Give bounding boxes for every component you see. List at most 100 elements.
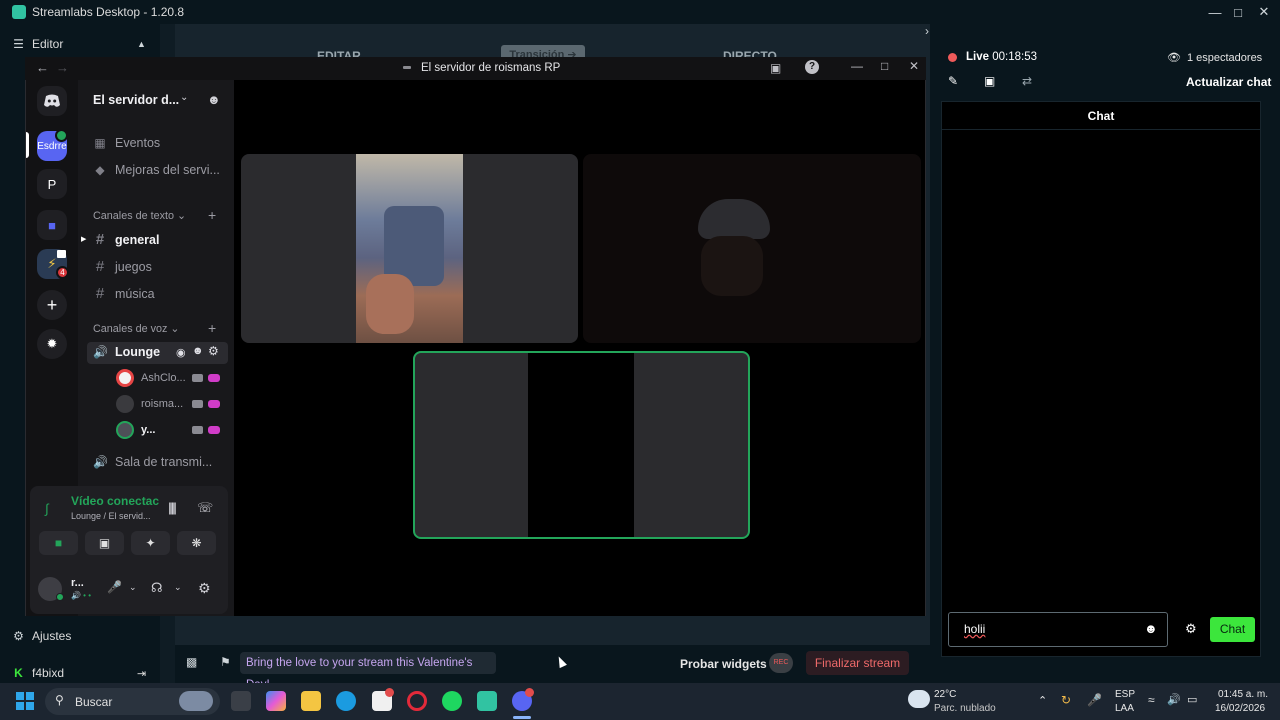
folder-icon[interactable]: ■ <box>37 210 67 240</box>
windows-start-icon[interactable] <box>16 692 34 715</box>
battery-icon[interactable]: ▭ <box>1187 693 1197 706</box>
voice-member[interactable]: y... <box>116 421 155 439</box>
logout-icon[interactable]: ⇥ <box>137 667 146 680</box>
record-button[interactable]: REC <box>769 653 793 673</box>
vc-location[interactable]: Lounge / El servid... <box>71 511 151 521</box>
discord-minimize-icon[interactable]: — <box>851 59 863 73</box>
mic-tray-icon[interactable]: 🎤 <box>1087 693 1102 707</box>
taskbar-search[interactable]: ⚲ Buscar <box>45 688 220 715</box>
boosts-item[interactable]: ◆ Mejoras del servi... <box>93 163 220 177</box>
member-name: AshClo... <box>141 372 186 384</box>
clock-time[interactable]: 01:45 a. m. <box>1218 689 1268 700</box>
wifi-icon[interactable]: ≈ <box>1148 693 1155 707</box>
clock-date[interactable]: 16/02/2026 <box>1215 703 1265 714</box>
copilot-icon[interactable] <box>266 691 286 711</box>
settings-nav-item[interactable]: ⚙ Ajustes <box>12 629 71 643</box>
tray-chevron-icon[interactable]: ⌃ <box>1038 694 1047 707</box>
chevron-up-icon[interactable]: ▲ <box>137 39 146 49</box>
stage-channel[interactable]: 🔊 Sala de transmi... <box>93 455 212 469</box>
close-icon[interactable]: ✕ <box>1250 0 1278 24</box>
voice-member[interactable]: AshClo... <box>116 369 186 387</box>
guild-p[interactable]: P <box>37 169 67 199</box>
noise-suppression-icon[interactable]: ||||| <box>168 500 177 515</box>
chevron-down-icon[interactable]: ⌄ <box>180 92 188 103</box>
chat-bubble-icon[interactable]: ◉ <box>176 346 186 359</box>
add-text-channel-icon[interactable]: + <box>208 207 216 223</box>
video-tile-dark[interactable] <box>583 154 921 343</box>
audio-options-chevron-icon[interactable]: ⌄ <box>174 582 182 593</box>
language-2[interactable]: LAA <box>1115 703 1134 714</box>
video-tile-speaking[interactable] <box>413 351 750 539</box>
edit-icon[interactable]: ✎ <box>948 74 958 88</box>
language-1[interactable]: ESP <box>1115 689 1135 700</box>
server-name[interactable]: El servidor d... <box>93 93 179 107</box>
vc-status[interactable]: Vídeo conectac <box>71 494 159 508</box>
stage-channel-label: Sala de transmi... <box>115 455 213 469</box>
file-explorer-icon[interactable] <box>301 691 321 711</box>
editor-nav-item[interactable]: ☰ Editor ▲ <box>12 37 146 51</box>
chat-message-input[interactable]: holii ☻ <box>948 612 1168 647</box>
voice-category[interactable]: Canales de voz ⌄ <box>93 322 179 335</box>
discord-maximize-icon[interactable]: □ <box>881 59 888 73</box>
calendar-icon: ▦ <box>94 136 106 150</box>
invite-icon[interactable]: ☻ <box>207 92 221 107</box>
inbox-icon[interactable]: ▣ <box>770 61 781 75</box>
share-icon[interactable]: ⇄ <box>1022 74 1032 88</box>
text-category[interactable]: Canales de texto ⌄ <box>93 209 186 222</box>
screen-share-button[interactable]: ▣ <box>85 531 124 555</box>
soundboard-button[interactable]: ❋ <box>177 531 216 555</box>
volume-icon[interactable]: 🔊 <box>1167 693 1181 706</box>
activities-button[interactable]: ✦ <box>131 531 170 555</box>
weather-icon[interactable] <box>908 690 930 708</box>
settings-label: Ajustes <box>32 629 72 643</box>
channel-musica[interactable]: # música <box>93 285 155 302</box>
stats-icon[interactable]: ▩ <box>186 655 197 669</box>
opera-gx-icon[interactable] <box>407 691 427 711</box>
voice-member[interactable]: roisma... <box>116 395 183 413</box>
bell-icon[interactable]: ⚑ <box>220 655 231 669</box>
video-tile-camera[interactable] <box>241 154 578 343</box>
microphone-icon[interactable]: 🎤 <box>107 580 122 594</box>
add-member-icon[interactable]: ☻ <box>192 345 204 357</box>
server-icon <box>403 66 411 69</box>
channel-settings-icon[interactable]: ⚙ <box>208 344 219 358</box>
channel-general[interactable]: # general <box>93 231 160 248</box>
add-server-icon[interactable]: + <box>37 290 67 320</box>
add-voice-channel-icon[interactable]: + <box>208 320 216 336</box>
user-nav-item[interactable]: K f4bixd ⇥ <box>12 666 146 680</box>
explore-icon[interactable]: ✹ <box>37 329 67 359</box>
maximize-icon[interactable]: □ <box>1224 0 1252 24</box>
back-arrow-icon[interactable]: ← <box>36 60 49 75</box>
emoji-icon[interactable]: ☻ <box>1144 621 1158 636</box>
edge-icon[interactable] <box>336 691 356 711</box>
chat-window <box>941 101 1261 657</box>
discord-home-icon[interactable] <box>37 86 67 116</box>
disconnect-icon[interactable]: ☏ <box>197 500 213 516</box>
discord-close-icon[interactable]: ✕ <box>909 59 919 73</box>
chat-send-button[interactable]: Chat <box>1210 617 1255 642</box>
task-view-icon[interactable] <box>231 691 251 711</box>
channel-juegos[interactable]: # juegos <box>93 258 152 275</box>
guild-badge: 4 <box>56 266 69 279</box>
test-widgets-button[interactable]: Probar widgets <box>680 657 767 671</box>
live-stream-icon <box>208 426 220 434</box>
dashboard-icon[interactable]: ▣ <box>984 74 995 88</box>
streamlabs-taskbar-icon[interactable] <box>477 691 497 711</box>
store-badge-icon <box>385 688 394 697</box>
chat-settings-gear-icon[interactable]: ⚙ <box>1185 621 1197 637</box>
mic-options-chevron-icon[interactable]: ⌄ <box>129 582 137 593</box>
spotify-icon[interactable] <box>442 691 462 711</box>
camera-toggle-button[interactable]: ■ <box>39 531 78 555</box>
headphones-icon[interactable]: ☊ <box>151 580 163 596</box>
events-item[interactable]: ▦ Eventos <box>93 136 160 150</box>
help-icon[interactable]: ? <box>805 60 819 74</box>
refresh-chat-button[interactable]: Actualizar chat <box>1186 75 1271 89</box>
tray-app-icon[interactable]: ↻ <box>1061 693 1071 707</box>
search-icon: ⚲ <box>55 693 64 707</box>
live-label: Live <box>966 51 990 63</box>
user-settings-icon[interactable]: ⚙ <box>198 580 211 597</box>
forward-arrow-icon[interactable]: → <box>56 60 69 75</box>
valentine-banner[interactable]: Bring the love to your stream this Valen… <box>240 652 496 691</box>
end-stream-button[interactable]: Finalizar stream <box>806 651 909 675</box>
voice-channel-lounge[interactable]: 🔊 Lounge <box>93 345 160 359</box>
